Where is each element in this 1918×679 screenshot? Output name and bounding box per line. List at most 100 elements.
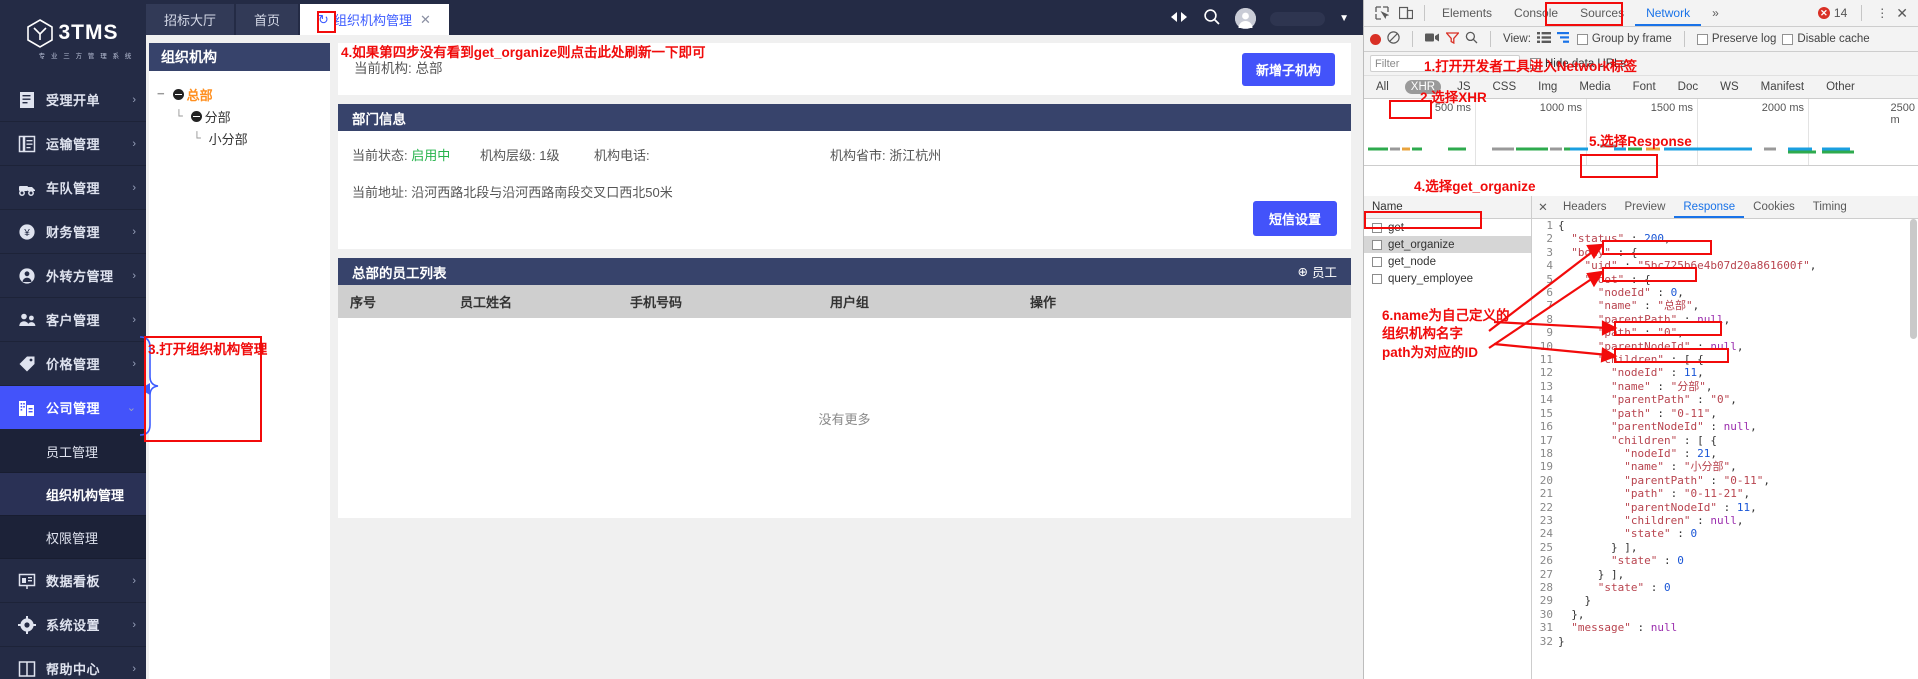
sidebar-item-9[interactable]: 数据看板 › (0, 559, 146, 603)
record-icon[interactable] (1370, 33, 1381, 45)
code-line-13: 13 "name" : "分部", (1532, 379, 1918, 394)
tree-node-3[interactable]: └ 小分部 (157, 127, 330, 149)
checkbox-icon[interactable] (1372, 222, 1382, 233)
app-tab-1[interactable]: 招标大厅 (146, 4, 235, 35)
tab-bar: 招标大厅 首页 ↻ 组织机构管理 ✕ ▼ (146, 0, 1363, 35)
kebab-menu-icon[interactable]: ⋮ (1876, 6, 1888, 20)
tree-node-2[interactable]: └ 分部 (157, 105, 330, 127)
sidebar-subitem-2[interactable]: 组织机构管理 (0, 473, 146, 516)
device-toolbar-icon[interactable] (1394, 2, 1418, 24)
response-scrollbar[interactable] (1910, 219, 1917, 339)
code-line-23: 23 "children" : null, (1532, 513, 1918, 528)
close-icon[interactable]: ✕ (1896, 5, 1908, 22)
app-tab-3[interactable]: ↻ 组织机构管理 ✕ (300, 4, 449, 35)
more-tabs-button[interactable]: » (1701, 0, 1730, 26)
close-icon[interactable]: ✕ (420, 12, 431, 28)
type-filter-media[interactable]: Media (1573, 80, 1616, 94)
search-icon[interactable] (1465, 31, 1478, 47)
sidebar-item-1[interactable]: 受理开单 › (0, 78, 146, 122)
type-filter-ws[interactable]: WS (1714, 80, 1745, 94)
help-icon (14, 660, 40, 678)
brand-logo: 3TMS 专 业 三 方 管 理 系 统 (0, 0, 146, 78)
preserve-log-checkbox[interactable]: Preserve log (1696, 33, 1776, 45)
detail-tab-cookies[interactable]: Cookies (1744, 196, 1804, 218)
checkbox-icon[interactable] (1372, 256, 1382, 267)
clear-icon[interactable] (1387, 31, 1400, 47)
app-tab-label: 组织机构管理 (333, 13, 412, 28)
view-list-icon[interactable] (1536, 32, 1551, 46)
sidebar-item-7[interactable]: 价格管理 › (0, 342, 146, 386)
finance-icon: ¥ (14, 223, 40, 241)
sidebar-item-2[interactable]: 运输管理 › (0, 122, 146, 166)
annotation-step6-line3: path为对应的ID (1382, 345, 1478, 360)
checkbox-icon[interactable] (1372, 239, 1382, 250)
group-by-frame-checkbox[interactable]: Group by frame (1576, 33, 1672, 45)
sidebar-item-5[interactable]: 外转方管理 › (0, 254, 146, 298)
sidebar-item-3[interactable]: 车队管理 › (0, 166, 146, 210)
sidebar-item-4[interactable]: ¥ 财务管理 › (0, 210, 146, 254)
region-label: 机构省市: (830, 148, 886, 163)
type-filter-other[interactable]: Other (1820, 80, 1861, 94)
search-icon[interactable] (1203, 8, 1221, 29)
line-number: 17 (1532, 433, 1558, 447)
line-number: 25 (1532, 540, 1558, 555)
sidebar-subitem-3[interactable]: 权限管理 (0, 516, 146, 559)
app-tab-2[interactable]: 首页 (236, 4, 299, 35)
line-number: 31 (1532, 621, 1558, 635)
disable-cache-checkbox[interactable]: Disable cache (1782, 33, 1870, 45)
request-row-1[interactable]: get (1364, 219, 1531, 236)
logo-hexagon-icon (27, 18, 54, 48)
employee-list-card: 总部的员工列表 ⊕ 员工 序号 员工姓名 手机号码 用户组 操作 没有更多 (338, 258, 1351, 518)
price-tag-icon (14, 355, 40, 373)
error-count-badge[interactable]: ✕ 14 (1817, 6, 1847, 20)
type-filter-manifest[interactable]: Manifest (1755, 80, 1810, 94)
detail-tab-response[interactable]: Response (1674, 196, 1745, 218)
sidebar-item-label: 数据看板 (46, 574, 101, 589)
dashboard-icon (14, 572, 40, 590)
type-filter-css[interactable]: CSS (1486, 80, 1522, 94)
collapse-toggle-icon[interactable] (1169, 10, 1189, 27)
header-actions: ▼ (1169, 8, 1363, 35)
refresh-spinner-icon[interactable]: ↻ (318, 12, 329, 28)
detail-tab-headers[interactable]: Headers (1554, 196, 1615, 218)
type-filter-img[interactable]: Img (1532, 80, 1563, 94)
devtools-tab-elements[interactable]: Elements (1431, 0, 1503, 26)
checkbox-icon[interactable] (1372, 273, 1382, 284)
sidebar-subitem-1[interactable]: 员工管理 (0, 430, 146, 473)
devtools-tab-sources[interactable]: Sources (1569, 0, 1635, 26)
sidebar-item-8[interactable]: 公司管理 ⌄ (0, 386, 146, 430)
type-filter-doc[interactable]: Doc (1672, 80, 1704, 94)
type-filter-font[interactable]: Font (1627, 80, 1662, 94)
line-text: "children" : [ { (1610, 433, 1717, 447)
detail-tab-timing[interactable]: Timing (1804, 196, 1856, 218)
sidebar-item-11[interactable]: 帮助中心 › (0, 647, 146, 679)
line-number: 30 (1532, 607, 1558, 622)
close-detail-icon[interactable]: ✕ (1532, 200, 1554, 214)
sidebar-item-10[interactable]: 系统设置 › (0, 603, 146, 647)
inspect-icon[interactable] (1370, 2, 1394, 24)
sms-settings-button[interactable]: 短信设置 (1252, 201, 1337, 236)
sidebar-item-6[interactable]: 客户管理 › (0, 298, 146, 342)
type-filter-all[interactable]: All (1370, 80, 1395, 94)
add-employee-button[interactable]: ⊕ 员工 (1298, 262, 1338, 281)
collapse-icon[interactable] (190, 110, 202, 122)
view-waterfall-icon[interactable] (1556, 32, 1571, 46)
devtools-tab-console[interactable]: Console (1503, 0, 1569, 26)
line-text: "nodeId" : 21, (1624, 446, 1717, 460)
detail-tab-preview[interactable]: Preview (1615, 196, 1674, 218)
add-sub-org-button[interactable]: 新增子机构 (1241, 53, 1335, 86)
employee-empty-text: 没有更多 (818, 411, 871, 427)
code-line-20: 20 "parentPath" : "0-11", (1532, 473, 1918, 488)
devtools-tab-network[interactable]: Network (1635, 0, 1702, 26)
collapse-icon[interactable] (172, 88, 184, 100)
screenshot-icon[interactable] (1425, 32, 1440, 46)
disable-cache-label: Disable cache (1797, 33, 1870, 45)
tree-node-1[interactable]: − 总部 (157, 83, 330, 105)
chevron-down-icon[interactable]: ▼ (1339, 13, 1349, 24)
line-text: "state" : 0 (1597, 580, 1671, 594)
sidebar-item-label: 车队管理 (46, 181, 101, 196)
avatar[interactable] (1235, 8, 1257, 29)
sidebar-item-label: 客户管理 (46, 313, 101, 328)
tree-toggle[interactable]: − (157, 87, 173, 102)
filter-icon[interactable] (1445, 31, 1460, 47)
